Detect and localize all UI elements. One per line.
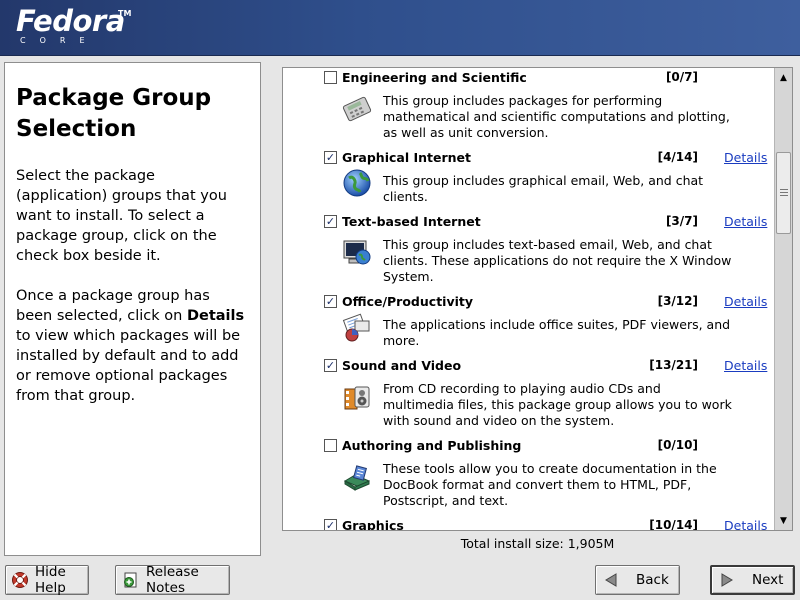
group-details-link[interactable]: Details [724,213,767,230]
group-name: Sound and Video [342,358,462,373]
back-label: Back [636,572,669,588]
help-paragraph-2: Once a package group has been selected, … [16,286,250,406]
group-details-link[interactable]: Details [724,357,767,374]
arrow-left-icon [602,571,620,589]
group-description: This group includes packages for perform… [383,93,730,140]
group-checkbox[interactable]: ✓ [324,215,337,228]
group-name: Office/Productivity [342,294,474,309]
total-install-size: Total install size: 1,905M [460,536,615,551]
add-document-icon [122,571,140,589]
thumb-grip [780,195,788,196]
header-banner: Fedora TM CORE [0,0,800,56]
group-checkbox[interactable]: ✓ [324,295,337,308]
group-name: Engineering and Scientific [342,70,527,85]
list-scrollbar[interactable]: ▲ ▼ [774,68,792,530]
group-name: Text-based Internet [342,214,481,229]
calculator-icon [341,93,373,125]
group-name: Graphics [342,518,404,531]
release-notes-button[interactable]: Release Notes [115,564,230,596]
help-paragraph-1: Select the package (application) groups … [16,168,227,264]
multimedia-icon [341,381,373,413]
hide-help-label: Hide Help [35,564,66,596]
group-description: The applications include office suites, … [383,317,731,348]
terminal-globe-icon [341,237,373,269]
group-name: Graphical Internet [342,150,471,165]
group-description: This group includes text-based email, We… [383,237,732,284]
package-group-list[interactable]: Engineering and Scientific [0/7] This grou… [282,67,793,531]
thumb-grip [780,192,788,193]
group-package-count: [3/7] [665,214,698,228]
group-name: Authoring and Publishing [342,438,522,453]
group-checkbox[interactable] [324,439,337,452]
scrollbar-thumb[interactable] [776,152,791,234]
group-description: This group includes graphical email, Web… [383,173,704,204]
hide-help-button[interactable]: Hide Help [5,564,89,596]
help-text-segment: to view which packages will be installed… [16,328,241,404]
group-description: From CD recording to playing audio CDs a… [383,381,732,428]
group-checkbox[interactable]: ✓ [324,519,337,530]
help-text-segment: Once a package group has been selected, … [16,288,210,324]
scroll-up-arrow-icon[interactable]: ▲ [776,70,791,85]
group-checkbox[interactable]: ✓ [324,359,337,372]
help-text: Select the package (application) groups … [16,166,250,406]
group-package-count: [0/10] [657,438,698,452]
next-button[interactable]: Next [710,565,795,595]
help-details-emphasis: Details [186,308,245,324]
back-button[interactable]: Back [595,565,680,595]
fedora-logo: Fedora TM CORE [16,4,131,45]
group-checkbox[interactable] [324,71,337,84]
group-package-count: [4/14] [657,150,698,164]
group-details-link[interactable]: Details [724,517,767,530]
lifebuoy-icon [11,571,29,589]
group-description: These tools allow you to create document… [383,461,717,508]
group-details-link[interactable]: Details [724,149,767,166]
group-details-link[interactable]: Details [724,293,767,310]
group-package-count: [3/12] [657,294,698,308]
next-label: Next [752,572,784,588]
arrow-right-icon [718,571,736,589]
globe-icon [341,167,373,199]
help-panel: Package Group Selection Select the packa… [4,62,261,556]
group-package-count: [13/21] [649,358,698,372]
group-package-count: [0/7] [665,70,698,84]
logo-wordmark: Fedora [16,4,125,38]
group-checkbox[interactable]: ✓ [324,151,337,164]
office-icon [341,311,373,343]
publishing-icon [341,461,373,493]
logo-trademark: TM [118,9,132,18]
thumb-grip [780,189,788,190]
help-title: Package Group Selection [16,85,212,142]
release-notes-label: Release Notes [146,564,199,596]
scroll-down-arrow-icon[interactable]: ▼ [776,513,791,528]
group-package-count: [10/14] [649,518,698,531]
